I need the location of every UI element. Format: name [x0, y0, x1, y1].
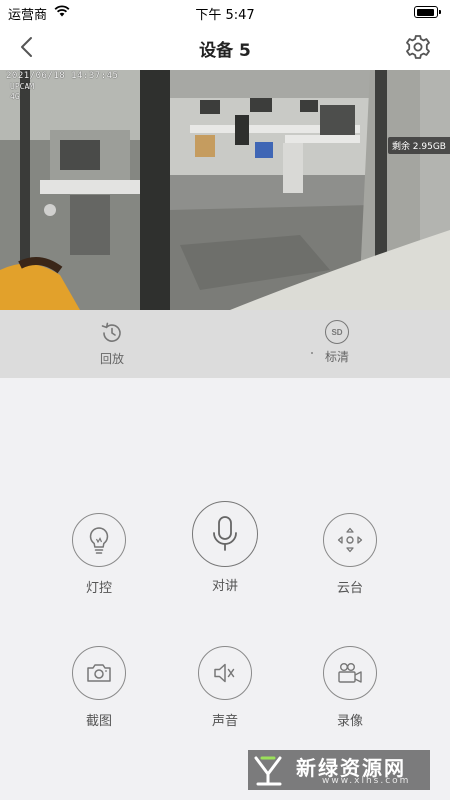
status-bar: 运营商 下午 5:47 — [0, 0, 450, 24]
osd-camera-name: UPCAM 4G — [10, 82, 34, 102]
ptz-arrows-icon — [337, 527, 363, 553]
osd-timestamp: 2021/06/18 14:37:45 — [6, 71, 119, 81]
ptz-control-circle — [323, 513, 377, 567]
nav-bar: 设备 5 — [0, 24, 450, 70]
record-button[interactable]: 录像 — [300, 646, 400, 729]
ptz-control-label: 云台 — [336, 581, 363, 596]
playback-label: 回放 — [99, 352, 124, 366]
battery-level — [416, 8, 434, 16]
light-control-button[interactable]: 灯控 — [49, 513, 149, 596]
battery-icon — [414, 6, 441, 18]
record-circle — [323, 646, 377, 700]
intercom-button[interactable]: 对讲 — [175, 501, 275, 594]
history-icon — [101, 322, 121, 342]
light-control-circle — [72, 513, 126, 567]
quick-action-bar: 回放 SD 标清 — [0, 310, 450, 378]
intercom-circle — [192, 501, 258, 567]
osd-line-2: 4G — [10, 92, 20, 101]
intercom-label: 对讲 — [211, 579, 238, 594]
camera-feed-image — [0, 70, 450, 310]
site-watermark: 新绿资源网 www.xlhs.com — [248, 750, 430, 790]
speaker-muted-icon — [214, 663, 235, 683]
sd-quality-button[interactable]: SD 标清 — [292, 320, 382, 365]
page-title: 设备 5 — [199, 41, 251, 61]
lightbulb-icon — [89, 527, 109, 554]
sd-quality-icon: SD — [325, 320, 349, 344]
settings-gear-icon[interactable] — [404, 33, 432, 61]
playback-button[interactable]: 回放 — [67, 320, 157, 367]
microphone-icon — [213, 516, 237, 551]
camera-icon — [87, 664, 111, 682]
watermark-url: www.xlhs.com — [322, 776, 411, 786]
snapshot-label: 截图 — [85, 714, 112, 729]
sound-toggle-label: 声音 — [211, 714, 238, 729]
storage-remaining-badge: 剩余 2.95GB — [387, 137, 450, 154]
divider-dot — [311, 352, 313, 354]
light-control-label: 灯控 — [85, 581, 112, 596]
camera-live-view[interactable]: 2021/06/18 14:37:45 UPCAM 4G 剩余 2.95GB — [0, 70, 450, 310]
sound-toggle-button[interactable]: 声音 — [175, 646, 275, 729]
watermark-logo — [254, 756, 282, 786]
status-time: 下午 5:47 — [195, 8, 255, 23]
snapshot-button[interactable]: 截图 — [49, 646, 149, 729]
quality-label: 标清 — [324, 350, 349, 364]
record-label: 录像 — [336, 714, 363, 729]
ptz-control-button[interactable]: 云台 — [300, 513, 400, 596]
snapshot-circle — [72, 646, 126, 700]
osd-line-1: UPCAM — [10, 82, 35, 91]
video-camera-icon — [338, 663, 362, 683]
sound-toggle-circle — [198, 646, 252, 700]
